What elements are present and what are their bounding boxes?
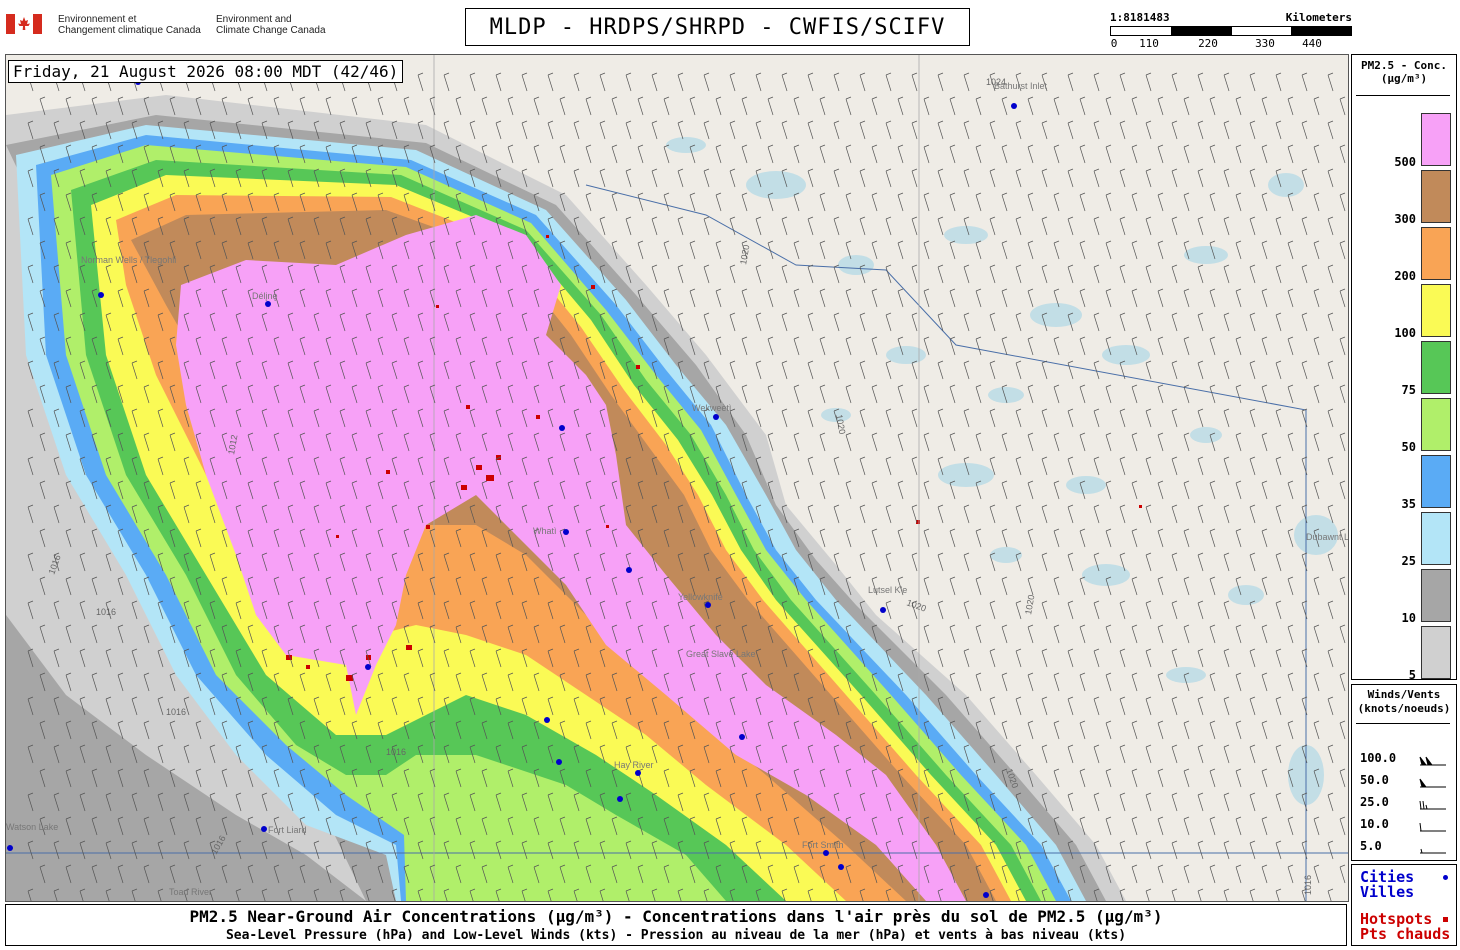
scale-graphic — [1110, 26, 1352, 36]
scale-bar: 1:8181483 Kilometers 0 110 220 330 440 — [1110, 8, 1352, 50]
cities-legend-label: Cities Villes — [1360, 868, 1415, 901]
place-label-norman-wells: Norman Wells / Tlegohli — [81, 255, 176, 265]
place-label-lutsel-ke: Lutsel K'e — [868, 585, 907, 595]
legend-class-label: 200 — [1394, 269, 1416, 283]
wind-barb-50-icon — [1419, 778, 1446, 788]
legend-swatch — [1421, 170, 1451, 223]
place-label-deline: Délįnę — [252, 291, 278, 301]
caption-line-2: Sea-Level Pressure (hPa) and Low-Level W… — [225, 928, 1127, 943]
legend-class-label: 10 — [1401, 611, 1416, 625]
wind-speed-label: 10.0 — [1360, 817, 1389, 831]
place-label-bathurst-inlet: Bathurst Inlet — [994, 81, 1048, 91]
hotspot-marker-icon — [1443, 917, 1448, 922]
legend-class-label: 75 — [1401, 383, 1416, 397]
legend-class-label: 5 — [1408, 668, 1416, 682]
wind-speed-label: 100.0 — [1360, 751, 1397, 765]
smoke-forecast-map[interactable]: 1012 1016 1016 1016 1016 1016 1020 1020 … — [5, 54, 1349, 902]
legend-swatch — [1421, 113, 1451, 166]
legend-swatch — [1421, 341, 1451, 394]
map-caption: PM2.5 Near-Ground Air Concentrations (µg… — [5, 904, 1347, 946]
markers-legend: Cities Villes Hotspots Pts chauds — [1351, 864, 1457, 946]
legend-swatch — [1421, 512, 1451, 565]
product-title: MLDP - HRDPS/SHRPD - CWFIS/SCIFV — [465, 8, 970, 46]
place-label-dubawnt-lake: Dubawnt Lake — [1306, 532, 1348, 542]
place-label-yellowknife: Yellowknife — [678, 592, 723, 602]
legend-class-label: 50 — [1401, 440, 1416, 454]
legend-swatch — [1421, 455, 1451, 508]
agency-name-en: Environment and Climate Change Canada — [216, 14, 326, 36]
place-label-great-slave-lake: Great Slave Lake — [686, 649, 756, 659]
winds-legend: Winds/Vents (knots/noeuds) 100.0 50.0 25… — [1351, 684, 1457, 861]
wind-speed-label: 5.0 — [1360, 839, 1382, 853]
place-label-toad-river: Toad River — [169, 887, 212, 897]
place-label-watson-lake: Watson Lake — [6, 822, 58, 832]
place-label-hay-river: Hay River — [614, 760, 654, 770]
scale-tick: 220 — [1198, 37, 1218, 50]
pm25-legend: PM2.5 - Conc. (µg/m³) 500 300 200 100 75 50 35… — [1351, 54, 1457, 682]
place-label-wekweeti: Wekweètì — [692, 403, 731, 413]
legend-swatch — [1421, 569, 1451, 622]
place-label-fort-liard: Fort Liard — [268, 825, 307, 835]
eccc-logo: Environnement et Changement climatique C… — [6, 12, 336, 44]
isobar-label: 1016 — [1303, 875, 1313, 895]
hotspots-legend-label: Hotspots Pts chauds — [1360, 910, 1451, 943]
scale-tick: 110 — [1139, 37, 1159, 50]
legend-class-label: 100 — [1394, 326, 1416, 340]
legend-swatch — [1421, 398, 1451, 451]
legend-class-label: 25 — [1401, 554, 1416, 568]
wind-speed-label: 25.0 — [1360, 795, 1389, 809]
wind-barb-25-icon — [1419, 800, 1446, 810]
legend-swatch — [1421, 227, 1451, 280]
scale-tick: 440 — [1302, 37, 1322, 50]
isobar-label: 1016 — [166, 707, 186, 717]
place-label-fort-smith: Fort Smith — [802, 840, 844, 850]
legend-class-label: 300 — [1394, 212, 1416, 226]
wind-speed-label: 50.0 — [1360, 773, 1389, 787]
scale-unit: Kilometers — [1285, 11, 1352, 24]
wind-barb-10-icon — [1419, 822, 1446, 832]
legend-swatch — [1421, 284, 1451, 337]
caption-line-1: PM2.5 Near-Ground Air Concentrations (µg… — [189, 907, 1163, 926]
legend-swatch — [1421, 626, 1451, 679]
agency-name-fr: Environnement et Changement climatique C… — [58, 14, 201, 36]
place-label-whati: Whatì — [533, 526, 557, 536]
forecast-datetime: Friday, 21 August 2026 08:00 MDT (42/46) — [8, 60, 404, 83]
scale-ratio: 1:8181483 — [1110, 11, 1170, 24]
winds-legend-title: Winds/Vents (knots/noeuds) — [1357, 688, 1451, 715]
isobar-label: 1016 — [386, 747, 406, 757]
city-marker-icon — [1443, 875, 1448, 880]
legend-class-label: 500 — [1394, 155, 1416, 169]
isobar-label: 1016 — [96, 607, 116, 617]
legend-class-label: 35 — [1401, 497, 1416, 511]
scale-tick: 330 — [1255, 37, 1275, 50]
scale-tick: 0 — [1110, 37, 1118, 50]
wind-barb-100-icon — [1419, 756, 1446, 766]
canada-flag-icon — [6, 14, 42, 34]
wind-barb-5-icon — [1420, 848, 1446, 854]
pm25-legend-title: PM2.5 - Conc. (µg/m³) — [1360, 59, 1448, 85]
